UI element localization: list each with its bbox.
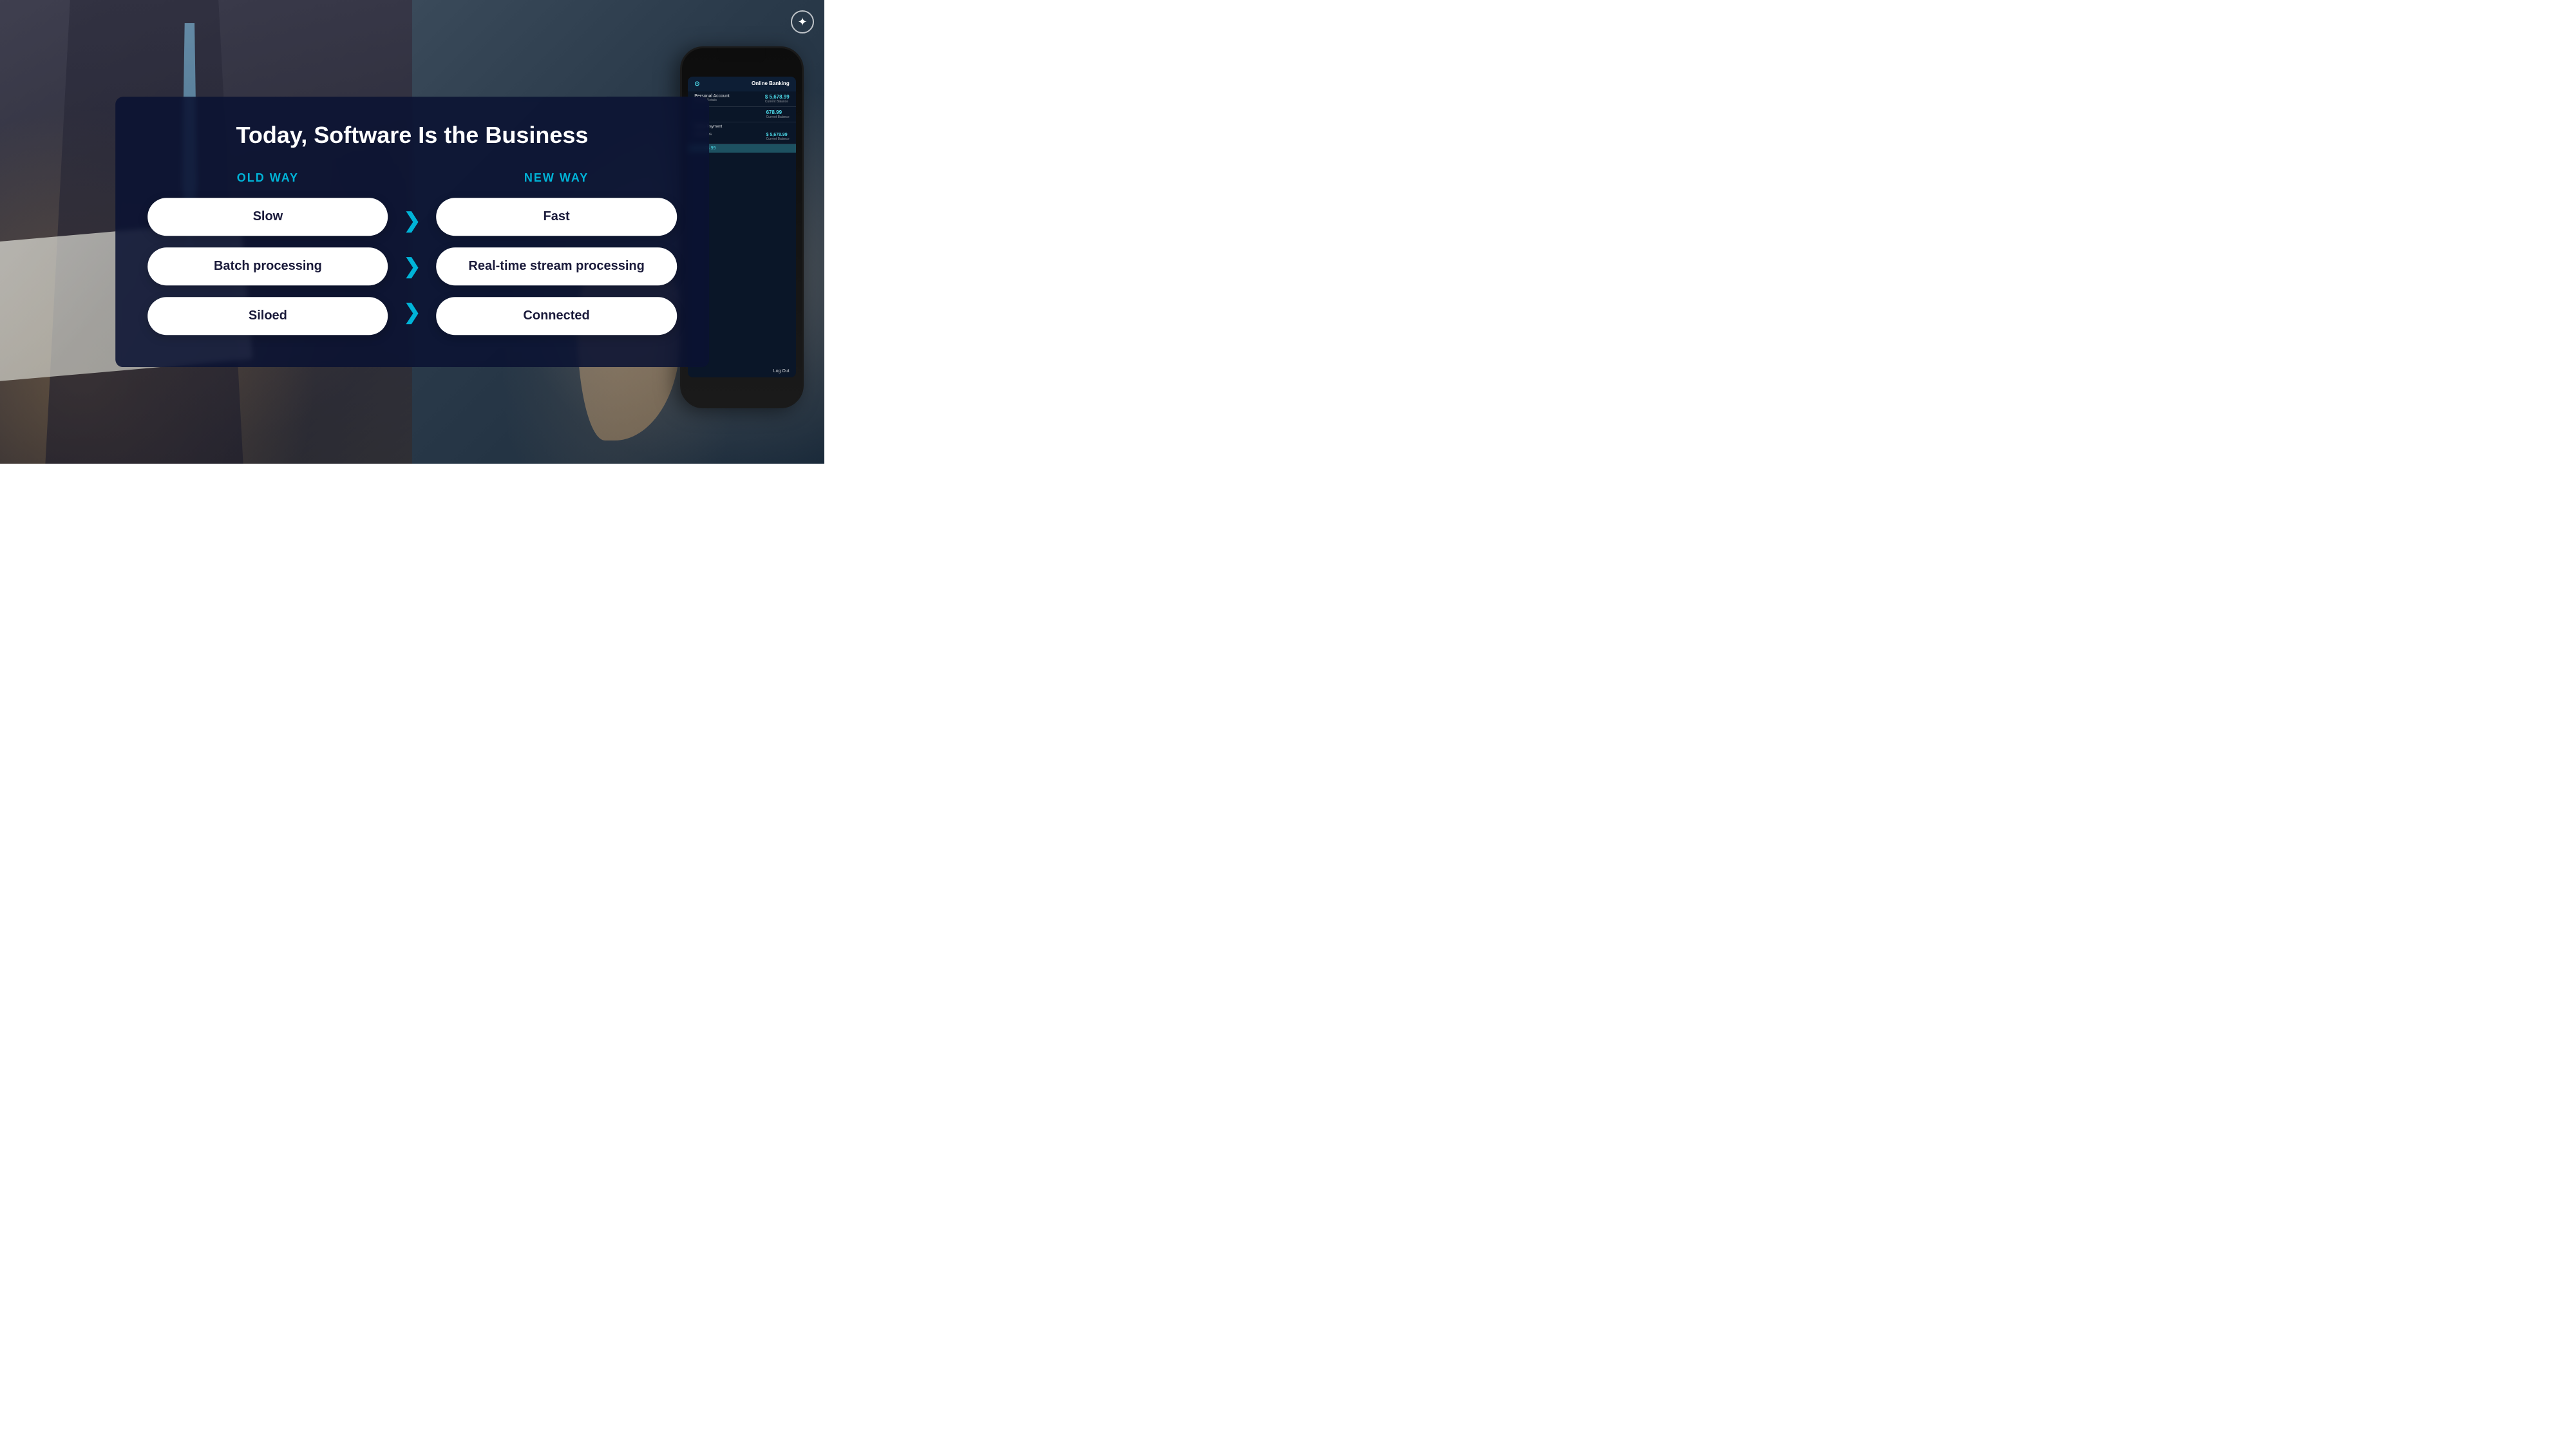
personal-account-balance: $ 5,678.99 Current Balance [765,94,790,104]
arrow-2: ❯ [404,256,421,276]
phone-notch [718,48,766,62]
compass-icon[interactable]: ✦ [791,10,814,33]
panel-title: Today, Software Is the Business [147,122,677,148]
new-item-realtime: Real-time stream processing [436,247,676,285]
balance-3: $ 5,678.99 Current Balance [766,133,790,141]
old-way-items: Slow Batch processing Siloed [147,198,388,335]
new-item-connected: Connected [436,297,676,335]
old-item-slow: Slow [147,198,388,236]
comparison-grid: OLD WAY NEW WAY Slow Batch processing Si… [147,171,677,335]
new-item-fast: Fast [436,198,676,236]
arrow-3: ❯ [404,301,421,322]
new-way-header: NEW WAY [436,171,676,185]
phone-logout[interactable]: Log Out [688,365,795,377]
main-panel: Today, Software Is the Business OLD WAY … [115,97,709,367]
compass-symbol: ✦ [797,15,807,29]
phone-header: Online Banking ⊙ [688,77,795,91]
new-way-items: Fast Real-time stream processing Connect… [436,198,676,335]
arrow-1: ❯ [404,210,421,231]
old-item-batch: Batch processing [147,247,388,285]
old-way-header: OLD WAY [147,171,388,185]
arrow-column: ❯ ❯ ❯ [404,198,421,335]
arrow-header-spacer [404,171,421,198]
balance-2: 678.99 Current Balance [766,109,790,119]
old-item-siloed: Siloed [147,297,388,335]
online-banking-label: Online Banking [752,80,790,86]
